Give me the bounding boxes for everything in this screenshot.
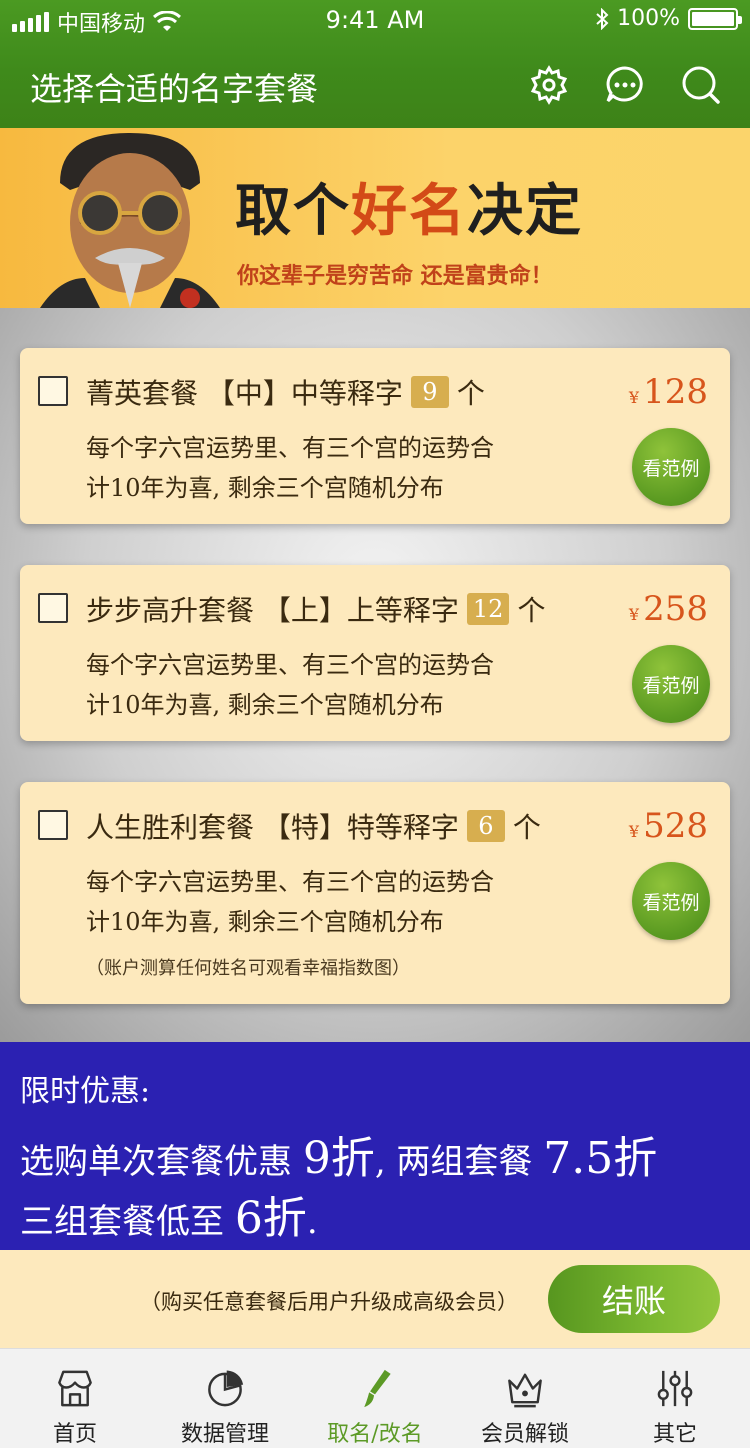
offer-line-1: 选购单次套餐优惠 9折, 两组套餐 7.5折 <box>20 1133 658 1184</box>
checkout-note: （购买任意套餐后用户升级成高级会员） <box>140 1290 518 1314</box>
page-title: 选择合适的名字套餐 <box>30 70 319 108</box>
battery-icon <box>688 7 742 30</box>
status-bar: 中国移动 9:41 AM 100% <box>0 0 750 40</box>
package-note: （账户测算任何姓名可观看幸福指数图） <box>86 958 410 979</box>
view-example-button[interactable]: 看范例 <box>632 645 710 723</box>
offer-heading: 限时优惠: <box>20 1074 151 1109</box>
package-title: 菁英套餐 【中】中等释字 9 个 <box>86 376 485 410</box>
crown-lock-icon <box>508 1373 542 1408</box>
package-price: ¥258 <box>628 589 708 629</box>
word-count-badge: 6 <box>466 810 505 842</box>
banner-subtitle: 你这辈子是穷苦命 还是富贵命！ <box>237 264 553 289</box>
pie-chart-icon <box>208 1370 244 1407</box>
tab-member-unlock[interactable]: 会员解锁 <box>450 1349 600 1448</box>
package-card[interactable]: 人生胜利套餐 【特】特等释字 6 个 ¥528 每个字六宫运势里、有三个宫的运势合计… <box>20 782 730 1004</box>
sliders-icon <box>657 1370 693 1407</box>
package-description: 每个字六宫运势里、有三个宫的运势合 计10年为喜, 剩余三个宫随机分布 <box>86 651 494 719</box>
chat-icon[interactable] <box>604 64 646 106</box>
tab-label: 会员解锁 <box>480 1422 569 1447</box>
tab-data-management[interactable]: 数据管理 <box>150 1349 300 1448</box>
package-description: 每个字六宫运势里、有三个宫的运势合 计10年为喜, 剩余三个宫随机分布 <box>86 868 494 936</box>
tab-home[interactable]: 首页 <box>0 1349 150 1448</box>
brush-icon <box>364 1369 391 1408</box>
checkout-bar: （购买任意套餐后用户升级成高级会员） 结账 <box>0 1250 750 1348</box>
package-list: 菁英套餐 【中】中等释字 9 个 ¥128 每个字六宫运势里、有三个宫的运势合 计10… <box>0 308 750 1042</box>
old-man-illustration <box>40 133 220 308</box>
tab-label: 首页 <box>52 1422 97 1447</box>
gear-icon[interactable] <box>528 64 570 106</box>
package-checkbox[interactable] <box>38 593 68 623</box>
tab-other[interactable]: 其它 <box>600 1349 750 1448</box>
search-icon[interactable] <box>680 64 722 106</box>
package-checkbox[interactable] <box>38 810 68 840</box>
tab-label: 其它 <box>652 1422 697 1447</box>
view-example-button[interactable]: 看范例 <box>632 862 710 940</box>
word-count-badge: 12 <box>466 593 510 625</box>
tab-label: 数据管理 <box>180 1422 269 1447</box>
tab-label: 取名/改名 <box>327 1422 423 1447</box>
checkout-button[interactable]: 结账 <box>548 1265 720 1333</box>
package-checkbox[interactable] <box>38 376 68 406</box>
limited-offer-panel: 限时优惠: 选购单次套餐优惠 9折, 两组套餐 7.5折 三组套餐低至 6折. <box>0 1042 750 1250</box>
tab-bar: 首页 数据管理 取名/改名 会员解锁 其它 <box>0 1348 750 1448</box>
package-card[interactable]: 菁英套餐 【中】中等释字 9 个 ¥128 每个字六宫运势里、有三个宫的运势合 计10… <box>20 348 730 524</box>
store-icon <box>58 1370 92 1407</box>
bluetooth-icon <box>596 7 609 30</box>
battery-percent: 100% <box>617 6 680 31</box>
offer-line-2: 三组套餐低至 6折. <box>20 1193 318 1244</box>
view-example-button[interactable]: 看范例 <box>632 428 710 506</box>
package-description: 每个字六宫运势里、有三个宫的运势合 计10年为喜, 剩余三个宫随机分布 <box>86 434 494 502</box>
package-card[interactable]: 步步高升套餐 【上】上等释字 12 个 ¥258 每个字六宫运势里、有三个宫的运势合… <box>20 565 730 741</box>
app-header: 中国移动 9:41 AM 100% 选择合适的名字套餐 <box>0 0 750 128</box>
package-price: ¥128 <box>628 372 708 412</box>
promo-banner[interactable]: 取个好名决定 你这辈子是穷苦命 还是富贵命！ <box>0 128 750 308</box>
banner-headline: 取个好名决定 <box>235 179 583 244</box>
package-title: 人生胜利套餐 【特】特等释字 6 个 <box>86 810 541 844</box>
tab-naming[interactable]: 取名/改名 <box>300 1349 450 1448</box>
package-title: 步步高升套餐 【上】上等释字 12 个 <box>86 593 546 627</box>
word-count-badge: 9 <box>410 376 449 408</box>
package-price: ¥528 <box>628 806 708 846</box>
